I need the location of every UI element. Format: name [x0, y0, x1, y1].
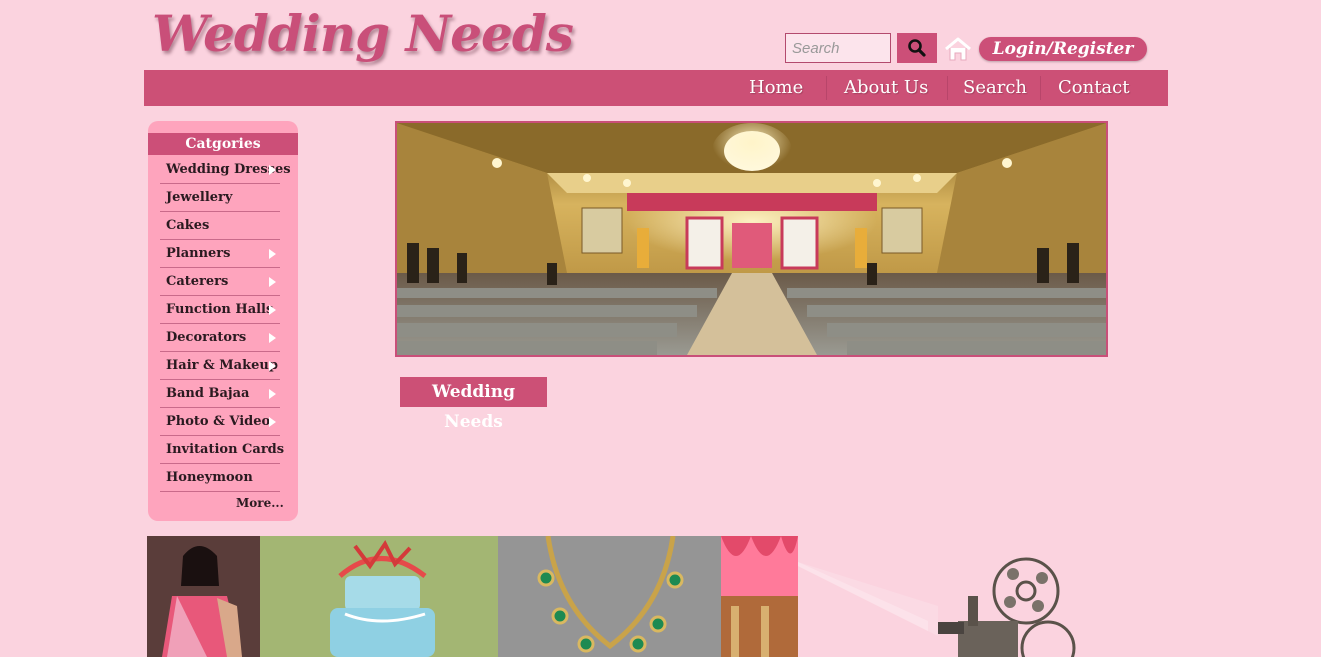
category-decorators[interactable]: Decorators: [160, 324, 280, 352]
category-label: Function Halls: [166, 302, 274, 317]
film-projector-icon: [798, 557, 1076, 657]
search-icon: [908, 39, 926, 57]
category-label: Invitation Cards: [166, 442, 285, 457]
jewellery-photo[interactable]: [498, 536, 721, 657]
categories-sidebar: Catgories Wedding Dresses Jewellery Cake…: [148, 121, 298, 521]
sidebar-title: Catgories: [148, 133, 298, 155]
nav-about-us[interactable]: About Us: [844, 70, 928, 106]
category-label: Honeymoon: [166, 470, 253, 485]
decor-photo[interactable]: [721, 536, 798, 657]
bride-photo[interactable]: [147, 536, 260, 657]
projector-graphic: [798, 536, 1168, 657]
category-label: Decorators: [166, 330, 247, 345]
chevron-right-icon: [269, 249, 276, 259]
category-label: Caterers: [166, 274, 229, 289]
category-honeymoon[interactable]: Honeymoon: [160, 464, 280, 492]
nav-divider: [947, 76, 948, 100]
category-image-strip: [147, 536, 798, 657]
chevron-right-icon: [269, 333, 276, 343]
category-jewellery[interactable]: Jewellery: [160, 184, 280, 212]
category-label: Hair & Makeup: [166, 358, 278, 373]
category-label: Cakes: [166, 218, 210, 233]
category-function-halls[interactable]: Function Halls: [160, 296, 280, 324]
search-button[interactable]: [897, 33, 937, 63]
section-title: Wedding Needs: [400, 377, 547, 432]
category-caterers[interactable]: Caterers: [160, 268, 280, 296]
category-invitation-cards[interactable]: Invitation Cards: [160, 436, 284, 464]
nav-contact[interactable]: Contact: [1058, 70, 1129, 106]
category-photo-video[interactable]: Photo & Video: [160, 408, 280, 436]
chevron-right-icon: [269, 277, 276, 287]
category-planners[interactable]: Planners: [160, 240, 280, 268]
banner-image: [395, 121, 1108, 357]
more-categories-link[interactable]: More...: [236, 496, 284, 510]
category-label: Jewellery: [166, 190, 233, 205]
category-wedding-dresses[interactable]: Wedding Dresses: [160, 156, 291, 184]
site-logo[interactable]: Wedding Needs: [152, 4, 574, 63]
category-band-bajaa[interactable]: Band Bajaa: [160, 380, 280, 408]
home-icon[interactable]: [944, 36, 972, 62]
chevron-right-icon: [269, 389, 276, 399]
category-hair-makeup[interactable]: Hair & Makeup: [160, 352, 280, 380]
nav-home[interactable]: Home: [749, 70, 803, 106]
category-label: Photo & Video: [166, 414, 271, 429]
nav-search[interactable]: Search: [963, 70, 1027, 106]
chevron-right-icon: [269, 165, 276, 175]
nav-divider: [1040, 76, 1041, 100]
function-hall-photo: [397, 123, 1106, 355]
cake-photo[interactable]: [260, 536, 498, 657]
chevron-right-icon: [269, 305, 276, 315]
main-navbar: Home About Us Search Contact: [144, 70, 1168, 106]
category-cakes[interactable]: Cakes: [160, 212, 280, 240]
chevron-right-icon: [269, 361, 276, 371]
search-input[interactable]: [785, 33, 891, 63]
login-register-button[interactable]: Login/Register: [979, 37, 1147, 61]
nav-divider: [826, 76, 827, 100]
category-list: Wedding Dresses Jewellery Cakes Planners…: [160, 156, 291, 492]
chevron-right-icon: [269, 417, 276, 427]
page-container: Wedding Needs Login/Register Home About …: [144, 0, 1168, 657]
category-label: Band Bajaa: [166, 386, 250, 401]
category-label: Planners: [166, 246, 231, 261]
